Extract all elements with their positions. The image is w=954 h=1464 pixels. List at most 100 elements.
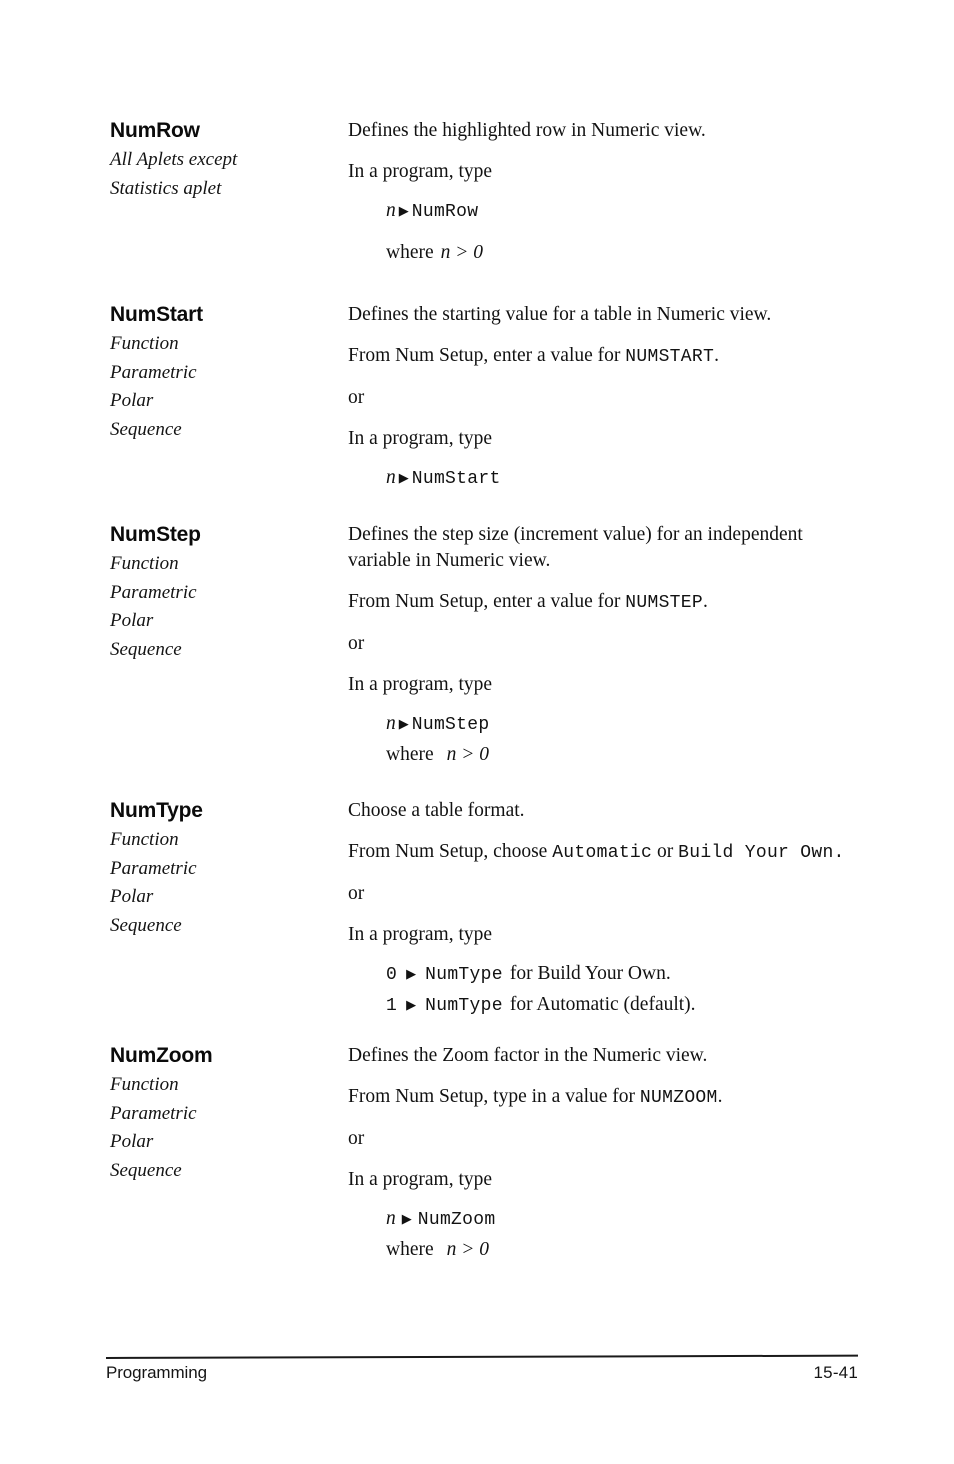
glossary-entry-numzoom: NumZoom Function Parametric Polar Sequen… <box>110 1043 870 1263</box>
body-column: Choose a table format. From Num Setup, c… <box>348 798 870 1019</box>
setup-suffix: . <box>717 1086 723 1107</box>
assign-arrow-icon: ▶ <box>401 1212 412 1227</box>
term-applet-line: Function <box>110 1074 179 1095</box>
page-footer: Programming 15-41 <box>105 1354 858 1384</box>
setup-variable: NUMSTEP <box>625 593 703 613</box>
code-block: n ▶ NumRow <box>348 198 870 225</box>
or-label: or <box>348 883 365 904</box>
code-block: n ▶ NumZoom where n > 0 <box>348 1206 870 1263</box>
where-label: where <box>386 1239 434 1260</box>
setup-conjunction: or <box>652 841 679 862</box>
program-label: In a program, type <box>348 1169 493 1190</box>
term-applet-line: Sequence <box>110 418 182 440</box>
term-column: NumRow All Aplets except Statistics aple… <box>110 118 348 203</box>
code-line: 1 ▶ NumType for Automatic (default). <box>386 992 870 1019</box>
page-content: NumRow All Aplets except Statistics aple… <box>110 118 870 1263</box>
assign-arrow-icon: ▶ <box>406 998 417 1013</box>
setup-variable: NUMSTART <box>625 347 715 367</box>
glossary-entry-numrow: NumRow All Aplets except Statistics aple… <box>110 118 870 266</box>
term-applet-line: Polar <box>110 1131 154 1152</box>
term-applet-line: Function <box>110 553 179 574</box>
program-label: In a program, type <box>348 674 493 695</box>
term-applet-line: Polar <box>110 610 154 631</box>
term-applet-line: Sequence <box>110 1159 182 1181</box>
term-heading: NumStart <box>110 303 203 326</box>
setup-instruction: From Num Setup, type in a value for NUMZ… <box>348 1084 870 1111</box>
body-column: Defines the highlighted row in Numeric v… <box>348 118 870 266</box>
code-operand: 0 <box>386 965 398 985</box>
entry-spacer <box>110 266 870 302</box>
or-label: or <box>348 1128 365 1149</box>
assign-arrow-icon: ▶ <box>406 967 417 982</box>
term-column: NumStep Function Parametric Polar Sequen… <box>110 522 348 664</box>
setup-prefix: From Num Setup, enter a value for <box>348 591 626 612</box>
setup-instruction: From Num Setup, choose Automatic or Buil… <box>348 839 870 866</box>
setup-variable: NUMZOOM <box>639 1088 718 1108</box>
setup-option-automatic: Automatic <box>552 843 653 863</box>
entry-description: Defines the Zoom factor in the Numeric v… <box>348 1045 708 1066</box>
entry-description: Defines the step size (increment value) … <box>348 524 803 571</box>
entry-description: Defines the highlighted row in Numeric v… <box>348 120 706 141</box>
code-command: NumRow <box>411 202 479 222</box>
code-command: NumStep <box>411 715 490 735</box>
where-label: where <box>386 242 434 263</box>
term-applet-line: Statistics aplet <box>110 177 222 199</box>
code-line: n ▶ NumZoom <box>386 1206 870 1233</box>
entry-spacer <box>110 492 870 522</box>
assign-arrow-icon: ▶ <box>398 471 409 486</box>
term-heading: NumType <box>110 799 203 822</box>
body-column: Defines the Zoom factor in the Numeric v… <box>348 1043 870 1263</box>
footer-page-number: 15-41 <box>813 1363 858 1382</box>
where-clause: where n > 0 <box>386 742 870 768</box>
term-applet-line: Parametric <box>110 361 197 383</box>
footer-chapter-label: Programming <box>106 1363 207 1382</box>
term-applet-line: Parametric <box>110 857 197 879</box>
term-heading: NumRow <box>110 119 200 142</box>
entry-spacer <box>110 1019 870 1043</box>
where-expression: n > 0 <box>446 1239 490 1260</box>
glossary-entry-numtype: NumType Function Parametric Polar Sequen… <box>110 798 870 1019</box>
code-line: n ▶ NumStart <box>386 465 870 492</box>
program-label: In a program, type <box>348 924 493 945</box>
term-column: NumZoom Function Parametric Polar Sequen… <box>110 1043 348 1185</box>
footer-divider <box>105 1354 858 1359</box>
code-command: NumType <box>425 996 503 1016</box>
term-column: NumStart Function Parametric Polar Seque… <box>110 302 348 444</box>
setup-prefix: From Num Setup, enter a value for <box>348 345 626 366</box>
where-label: where <box>386 744 434 765</box>
term-applet-line: Function <box>110 333 179 354</box>
setup-option-build-your-own: Build Your Own. <box>678 843 845 863</box>
where-expression: n > 0 <box>440 242 484 263</box>
code-block: 0 ▶ NumType for Build Your Own. 1 ▶ NumType fo… <box>348 961 870 1019</box>
term-applet-line: Function <box>110 829 179 850</box>
setup-prefix: From Num Setup, type in a value for <box>348 1086 640 1107</box>
code-line: 0 ▶ NumType for Build Your Own. <box>386 961 870 988</box>
setup-suffix: . <box>714 345 719 366</box>
code-block: n ▶ NumStart <box>348 465 870 492</box>
body-column: Defines the step size (increment value) … <box>348 522 870 768</box>
term-heading: NumZoom <box>110 1044 213 1067</box>
program-label: In a program, type <box>348 428 493 449</box>
code-block: n ▶ NumStep where n > 0 <box>348 711 870 768</box>
document-page: NumRow All Aplets except Statistics aple… <box>0 0 954 1464</box>
code-command: NumZoom <box>417 1210 496 1230</box>
assign-arrow-icon: ▶ <box>398 204 409 219</box>
term-applet-line: Polar <box>110 886 154 907</box>
where-clause: where n > 0 <box>386 240 870 266</box>
term-applet-line: Polar <box>110 390 154 411</box>
code-operand: n <box>386 200 396 221</box>
entry-description: Defines the starting value for a table i… <box>348 304 772 325</box>
code-command: NumStart <box>411 469 501 489</box>
term-heading: NumStep <box>110 523 201 546</box>
or-label: or <box>348 387 365 408</box>
where-expression: n > 0 <box>446 744 490 765</box>
term-applet-line: All Aplets except <box>110 149 238 170</box>
term-applet-line: Parametric <box>110 1102 197 1124</box>
code-line: n ▶ NumStep <box>386 711 870 738</box>
code-operand: 1 <box>386 996 398 1016</box>
code-line: n ▶ NumRow <box>386 198 870 225</box>
setup-instruction: From Num Setup, enter a value for NUMSTE… <box>348 589 870 616</box>
body-column: Defines the starting value for a table i… <box>348 302 870 492</box>
setup-instruction: From Num Setup, enter a value for NUMSTA… <box>348 343 870 370</box>
entry-spacer <box>110 768 870 798</box>
